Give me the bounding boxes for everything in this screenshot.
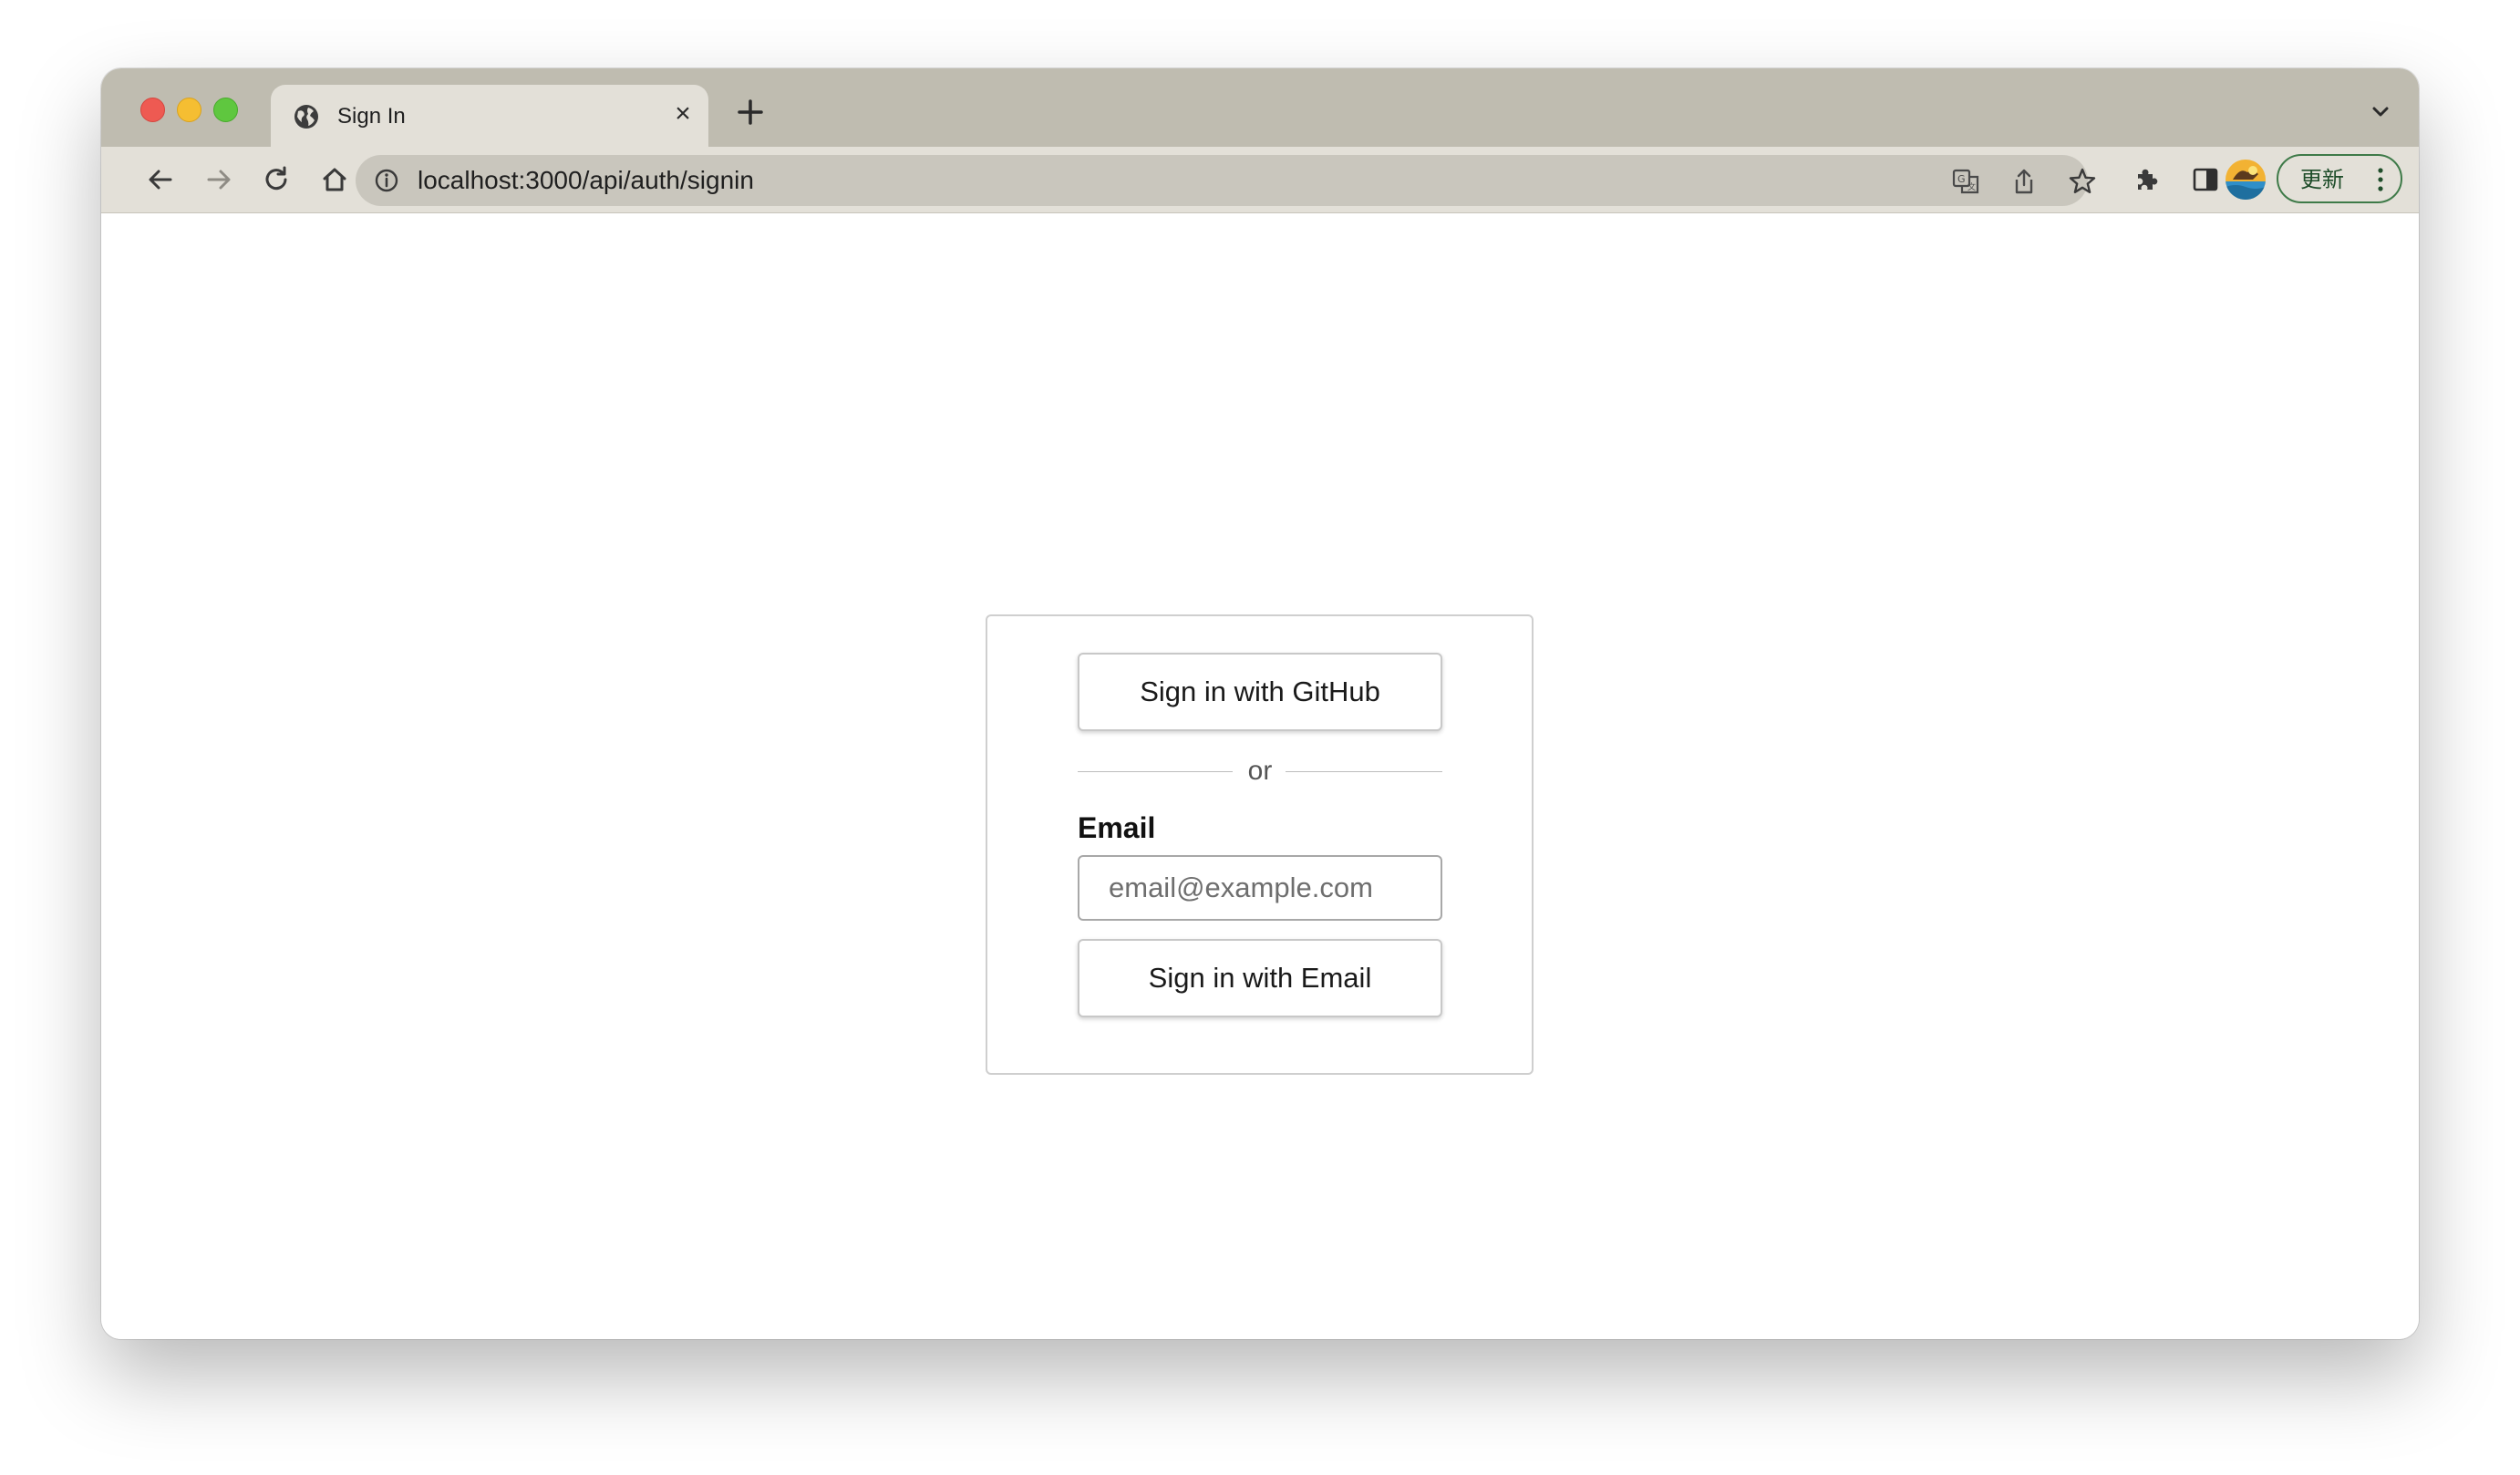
minimize-window-button[interactable] [177,98,201,122]
github-signin-button[interactable]: Sign in with GitHub [1078,653,1442,731]
maximize-window-button[interactable] [213,98,238,122]
chevron-down-icon[interactable] [2368,99,2393,125]
kebab-menu-icon[interactable] [2377,167,2384,192]
tab-title: Sign In [337,104,406,129]
svg-text:文: 文 [1967,181,1976,192]
close-icon[interactable]: × [666,98,699,130]
update-label: 更新 [2300,167,2344,192]
translate-icon[interactable]: G 文 [1950,166,1981,197]
info-icon[interactable] [374,168,399,193]
browser-toolbar: localhost:3000/api/auth/signin G 文 更新 [101,147,2419,213]
plus-icon[interactable] [730,92,770,132]
arrow-right-icon[interactable] [201,161,237,198]
share-icon[interactable] [2009,166,2040,197]
close-window-button[interactable] [140,98,165,122]
signin-card: Sign in with GitHub or Email Sign in wit… [986,614,1534,1075]
puzzle-icon[interactable] [2129,161,2165,198]
email-label: Email [1078,811,1156,844]
globe-icon [294,105,318,129]
profile-avatar[interactable] [2226,160,2266,200]
side-panel-icon[interactable] [2187,161,2224,198]
home-icon[interactable] [316,161,353,198]
tab-sign-in[interactable]: Sign In × [271,85,708,147]
svg-text:G: G [1957,173,1966,185]
email-field[interactable] [1078,855,1442,921]
url-text[interactable]: localhost:3000/api/auth/signin [418,165,754,196]
email-signin-button[interactable]: Sign in with Email [1078,939,1442,1017]
address-bar[interactable]: localhost:3000/api/auth/signin G 文 [356,155,2096,206]
or-divider: or [1078,753,1442,789]
arrow-left-icon[interactable] [142,161,179,198]
browser-window: Sign In × localhost:3000/api/auth/signin… [101,68,2419,1339]
divider-line-right [1286,771,1442,772]
page-content: Sign in with GitHub or Email Sign in wit… [101,213,2419,1339]
reload-icon[interactable] [258,161,294,198]
title-bar: Sign In × [101,68,2419,147]
update-button[interactable]: 更新 [2277,154,2402,203]
star-icon[interactable] [2067,166,2098,197]
